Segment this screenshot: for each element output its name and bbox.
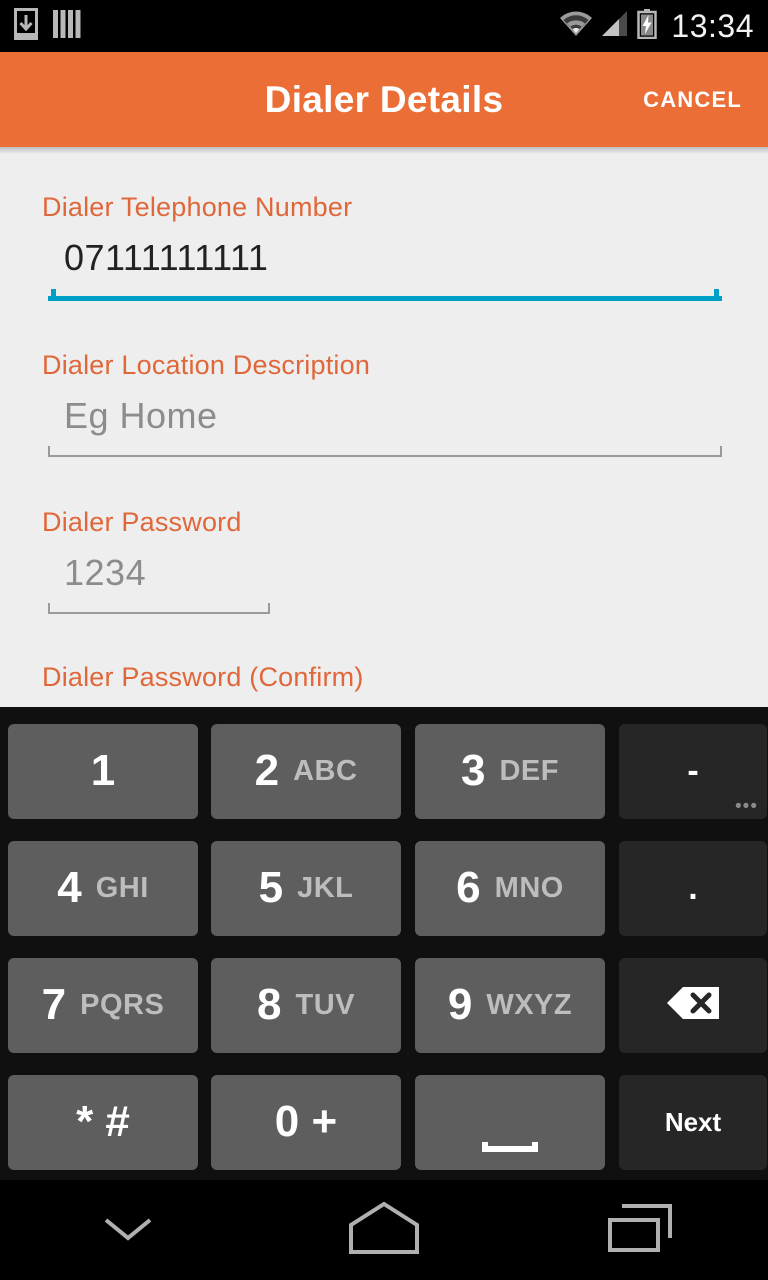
key-0-symbol: 0 + bbox=[274, 1097, 338, 1146]
hide-keyboard-icon bbox=[96, 1208, 160, 1253]
key-star-hash[interactable]: * # bbox=[8, 1074, 198, 1170]
location-description-input[interactable]: Eg Home bbox=[0, 395, 768, 443]
numeric-keyboard: 1 2 ABC 3 DEF - ••• 4 GHI 5 JKL 6 MNO . … bbox=[0, 707, 768, 1180]
key-3-digit: 3 bbox=[461, 746, 486, 795]
underline-tick-right bbox=[720, 446, 722, 457]
action-bar-shadow bbox=[0, 147, 768, 154]
key-8-digit: 8 bbox=[257, 980, 282, 1029]
key-period-symbol: . bbox=[688, 869, 698, 907]
key-1[interactable]: 1 bbox=[8, 723, 198, 819]
keyboard-row-3: 7 PQRS 8 TUV 9 WXYZ bbox=[0, 952, 768, 1058]
key-9-digit: 9 bbox=[447, 980, 473, 1029]
sim-bars-icon bbox=[52, 8, 82, 45]
key-4[interactable]: 4 GHI bbox=[8, 840, 198, 936]
status-clock: 13:34 bbox=[671, 8, 754, 44]
keyboard-row-2: 4 GHI 5 JKL 6 MNO . bbox=[0, 835, 768, 941]
underline-tick-left bbox=[51, 289, 56, 300]
keyboard-row-1: 1 2 ABC 3 DEF - ••• bbox=[0, 718, 768, 824]
key-2-digit: 2 bbox=[254, 746, 280, 795]
key-space[interactable] bbox=[415, 1074, 605, 1170]
key-3-letters: DEF bbox=[499, 754, 559, 787]
underline-tick-left bbox=[48, 446, 50, 457]
key-6-letters: MNO bbox=[494, 871, 564, 904]
hide-keyboard-button[interactable] bbox=[0, 1180, 256, 1280]
space-icon bbox=[482, 1141, 538, 1152]
dialer-details-form: Dialer Telephone Number 07111111111 Dial… bbox=[0, 147, 768, 707]
field-group-password: Dialer Password 1234 bbox=[0, 507, 768, 622]
label-password-confirm: Dialer Password (Confirm) bbox=[42, 662, 364, 692]
underline-tick-right bbox=[268, 603, 270, 614]
telephone-number-input[interactable]: 07111111111 bbox=[0, 237, 768, 285]
key-9[interactable]: 9 WXYZ bbox=[415, 957, 605, 1053]
key-2-letters: ABC bbox=[293, 754, 358, 787]
key-dash-symbol: - bbox=[687, 752, 699, 790]
key-5-digit: 5 bbox=[258, 863, 284, 912]
label-telephone-number: Dialer Telephone Number bbox=[42, 192, 353, 222]
key-0[interactable]: 0 + bbox=[211, 1074, 401, 1170]
android-screen: 13:34 Dialer Details CANCEL Dialer Telep… bbox=[0, 0, 768, 1280]
recents-button[interactable] bbox=[512, 1180, 768, 1280]
key-3[interactable]: 3 DEF bbox=[415, 723, 605, 819]
battery-charging-icon bbox=[637, 8, 658, 44]
download-icon bbox=[14, 7, 38, 45]
status-bar-left-icons bbox=[14, 7, 82, 45]
key-8-letters: TUV bbox=[295, 988, 355, 1021]
home-button[interactable] bbox=[256, 1180, 512, 1280]
key-dash[interactable]: - ••• bbox=[619, 723, 767, 819]
key-period[interactable]: . bbox=[619, 840, 767, 936]
key-next-label: Next bbox=[664, 1107, 722, 1137]
key-next[interactable]: Next bbox=[619, 1074, 767, 1170]
key-6-digit: 6 bbox=[456, 863, 481, 912]
key-4-letters: GHI bbox=[95, 871, 149, 904]
key-7-digit: 7 bbox=[41, 980, 67, 1029]
key-1-digit: 1 bbox=[90, 746, 116, 795]
key-5-letters: JKL bbox=[297, 871, 354, 904]
cancel-button[interactable]: CANCEL bbox=[637, 79, 748, 121]
key-4-digit: 4 bbox=[57, 863, 82, 912]
key-7-letters: PQRS bbox=[80, 988, 165, 1021]
signal-icon bbox=[601, 10, 629, 43]
key-6[interactable]: 6 MNO bbox=[415, 840, 605, 936]
label-location-description: Dialer Location Description bbox=[42, 350, 371, 380]
key-2[interactable]: 2 ABC bbox=[211, 723, 401, 819]
key-5[interactable]: 5 JKL bbox=[211, 840, 401, 936]
recents-icon bbox=[604, 1200, 676, 1261]
home-icon bbox=[345, 1200, 423, 1261]
action-bar: Dialer Details CANCEL bbox=[0, 52, 768, 147]
field-group-location: Dialer Location Description Eg Home bbox=[0, 350, 768, 465]
underline-tick-right bbox=[714, 289, 719, 300]
location-underline bbox=[48, 446, 722, 457]
telephone-underline bbox=[48, 289, 722, 301]
navigation-bar bbox=[0, 1180, 768, 1280]
field-group-telephone: Dialer Telephone Number 07111111111 bbox=[0, 192, 768, 307]
underline-tick-left bbox=[48, 603, 50, 614]
key-8[interactable]: 8 TUV bbox=[211, 957, 401, 1053]
key-backspace[interactable] bbox=[619, 957, 767, 1053]
password-underline bbox=[48, 603, 270, 614]
key-dash-more-icon: ••• bbox=[735, 796, 758, 818]
label-password: Dialer Password bbox=[42, 507, 242, 537]
key-9-letters: WXYZ bbox=[486, 988, 573, 1021]
password-input[interactable]: 1234 bbox=[0, 552, 768, 600]
keyboard-row-4: * # 0 + Next bbox=[0, 1069, 768, 1175]
status-bar: 13:34 bbox=[0, 0, 768, 52]
wifi-icon bbox=[559, 10, 593, 43]
backspace-icon bbox=[665, 985, 721, 1026]
status-bar-right-icons: 13:34 bbox=[559, 8, 754, 44]
key-star-hash-symbol: * # bbox=[76, 1097, 130, 1146]
key-7[interactable]: 7 PQRS bbox=[8, 957, 198, 1053]
field-group-password-confirm: Dialer Password (Confirm) bbox=[0, 662, 768, 693]
